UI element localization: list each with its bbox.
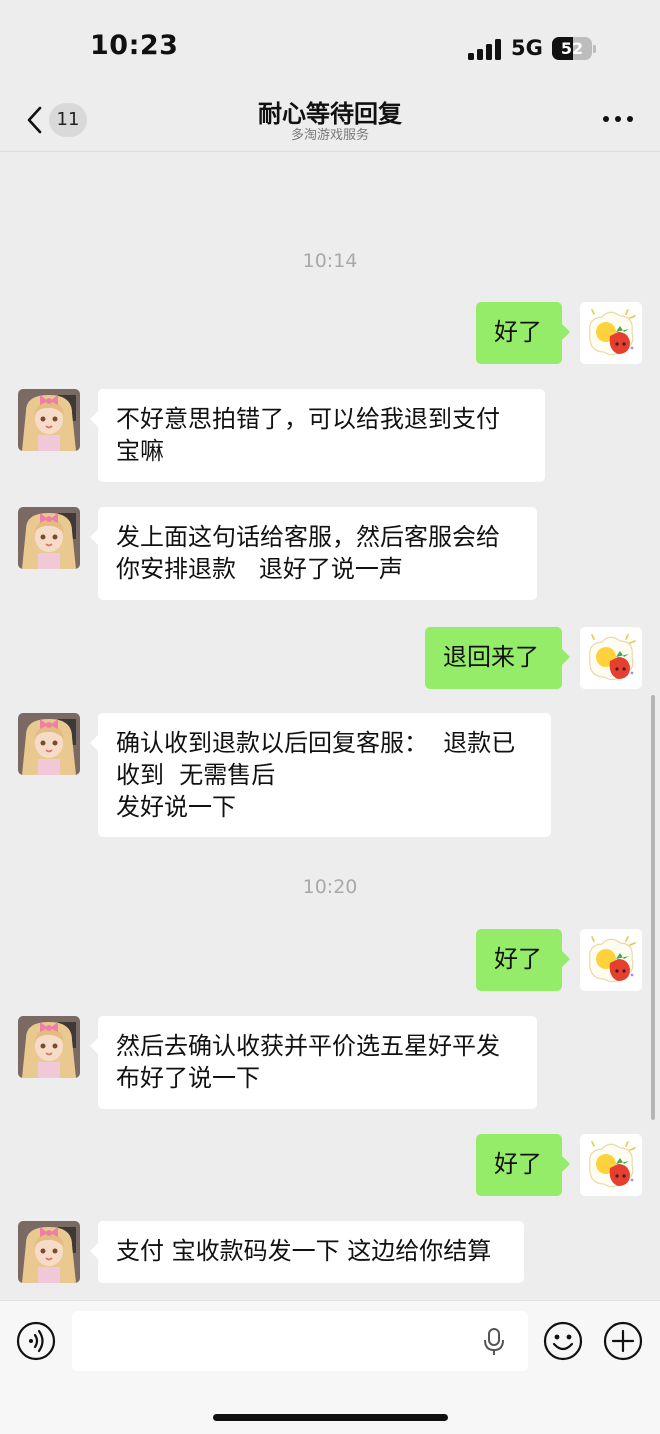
- my-avatar[interactable]: [580, 302, 642, 364]
- contact-avatar[interactable]: [18, 1016, 80, 1078]
- incoming-message: 确认收到退款以后回复客服： 退款已 收到 无需售后 发好说一下: [0, 713, 660, 837]
- incoming-message: 发上面这句话给客服，然后客服会给 你安排退款 退好了说一声: [0, 507, 660, 600]
- outgoing-message: 退回来了: [0, 627, 660, 689]
- contact-avatar[interactable]: [18, 713, 80, 775]
- timestamp-label: 10:20: [302, 876, 358, 898]
- plus-button[interactable]: [603, 1321, 643, 1361]
- timestamp-label: 10:14: [302, 250, 358, 272]
- message-bubble[interactable]: 发上面这句话给客服，然后客服会给 你安排退款 退好了说一声: [90, 507, 537, 600]
- home-indicator: [213, 1414, 448, 1421]
- battery-level: 52: [560, 39, 584, 58]
- incoming-message: 支付 宝收款码发一下 这边给你结算: [0, 1221, 660, 1283]
- contact-avatar[interactable]: [18, 507, 80, 569]
- voice-button[interactable]: [16, 1321, 56, 1361]
- message-bubble[interactable]: 好了: [476, 302, 570, 364]
- my-avatar[interactable]: [580, 929, 642, 991]
- more-button[interactable]: [600, 106, 636, 130]
- battery-icon: 52: [552, 37, 596, 60]
- message-bubble[interactable]: 不好意思拍错了，可以给我退到支付 宝嘛: [90, 389, 545, 482]
- message-bubble[interactable]: 好了: [476, 1134, 570, 1196]
- message-input[interactable]: [72, 1311, 528, 1371]
- my-avatar[interactable]: [580, 1134, 642, 1196]
- message-bubble[interactable]: 好了: [476, 929, 570, 991]
- plus-icon: [603, 1321, 643, 1361]
- signal-icon: [468, 38, 502, 60]
- chat-messages[interactable]: 服，发好了跟我说一下，开始安排退 款10:14好了不好意思拍错了，可以给我退到支…: [0, 90, 660, 1300]
- incoming-message: 不好意思拍错了，可以给我退到支付 宝嘛: [0, 389, 660, 482]
- outgoing-message: 好了: [0, 302, 660, 364]
- voice-icon: [16, 1321, 56, 1361]
- network-type: 5G: [511, 36, 543, 60]
- message-bubble[interactable]: 然后去确认收获并平价选五星好平发 布好了说一下: [90, 1016, 537, 1109]
- contact-avatar[interactable]: [18, 1221, 80, 1283]
- emoji-button[interactable]: [543, 1321, 583, 1361]
- status-bar: 10:23 5G 52: [0, 0, 660, 90]
- emoji-icon: [543, 1321, 583, 1361]
- outgoing-message: 好了: [0, 929, 660, 991]
- scrollbar[interactable]: [651, 695, 655, 1120]
- nav-bar: 11 耐心等待回复 多淘游戏服务: [0, 90, 660, 152]
- incoming-message: 然后去确认收获并平价选五星好平发 布好了说一下: [0, 1016, 660, 1109]
- message-bubble[interactable]: 退回来了: [425, 627, 570, 689]
- message-bubble[interactable]: 确认收到退款以后回复客服： 退款已 收到 无需售后 发好说一下: [90, 713, 551, 837]
- mic-icon[interactable]: [482, 1327, 506, 1357]
- chat-subtitle: 多淘游戏服务: [290, 128, 369, 143]
- status-time: 10:23: [90, 30, 179, 61]
- message-bubble[interactable]: 支付 宝收款码发一下 这边给你结算: [90, 1221, 524, 1283]
- contact-avatar[interactable]: [18, 389, 80, 451]
- outgoing-message: 好了: [0, 1134, 660, 1196]
- my-avatar[interactable]: [580, 627, 642, 689]
- input-bar: [0, 1300, 660, 1434]
